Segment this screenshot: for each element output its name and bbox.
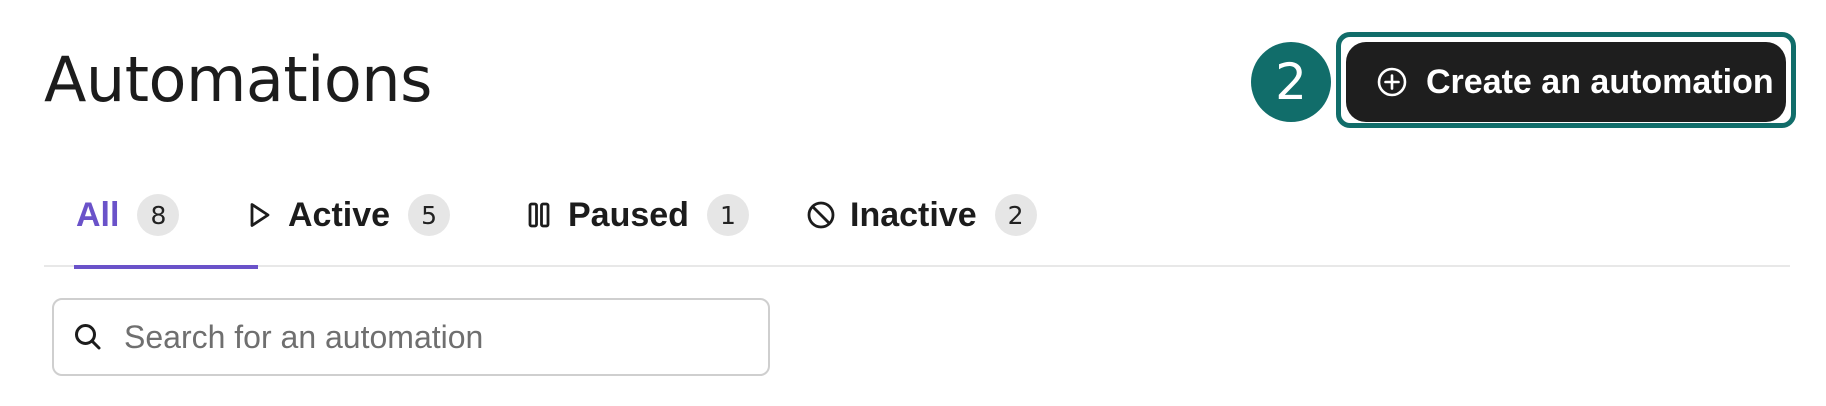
tab-paused-count: 1 [706,194,749,236]
tab-paused[interactable]: Paused 1 [524,175,749,267]
pause-icon [524,200,554,230]
tab-all-label: All [76,195,120,234]
tab-active[interactable]: Active 5 [244,175,451,267]
tab-all-count: 8 [137,194,180,236]
search-box [52,298,770,376]
tab-active-label: Active [288,195,391,234]
create-automation-button[interactable]: Create an automation [1346,42,1786,122]
automations-page: Automations 2 Create an automation All 8… [0,0,1826,406]
search-icon [72,321,104,353]
plus-circle-icon [1376,66,1408,98]
status-tabs: All 8 Active 5 Paused 1 Inactive 2 [44,175,1790,269]
tab-active-count: 5 [408,194,451,236]
create-automation-label: Create an automation [1426,62,1774,101]
tab-inactive[interactable]: Inactive 2 [806,175,1037,267]
play-icon [244,200,274,230]
step-number-badge: 2 [1251,42,1331,122]
tab-inactive-count: 2 [994,194,1037,236]
search-input[interactable] [122,306,768,368]
tab-all[interactable]: All 8 [74,175,258,269]
tab-paused-label: Paused [568,195,689,234]
page-title: Automations [44,43,432,116]
tab-inactive-label: Inactive [850,195,977,234]
ban-icon [806,200,836,230]
